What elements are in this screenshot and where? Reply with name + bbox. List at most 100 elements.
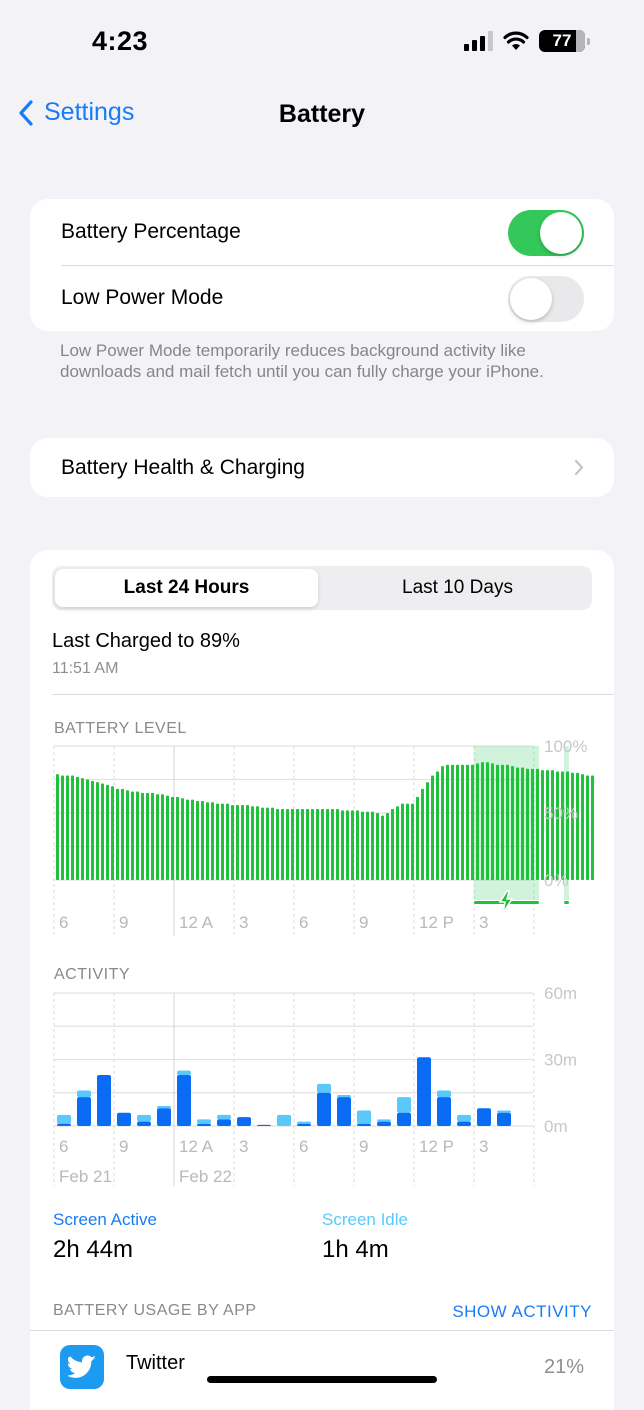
battery-bar — [56, 774, 59, 880]
screen-active-bar — [117, 1112, 131, 1126]
twitter-app-icon — [60, 1345, 104, 1389]
battery-bar — [486, 762, 489, 880]
battery-bar — [86, 779, 89, 880]
battery-bar — [261, 807, 264, 880]
battery-bar — [91, 780, 94, 880]
app-name: Twitter — [126, 1352, 185, 1374]
battery-bar — [266, 807, 269, 880]
low-power-mode-row: Low Power Mode — [30, 265, 614, 331]
screen-active-bar — [357, 1123, 371, 1126]
battery-bar — [566, 771, 569, 880]
screen-idle-bar — [57, 1114, 71, 1124]
battery-bar — [331, 808, 334, 880]
screen-active-bar — [217, 1119, 231, 1126]
screen-active-bar — [457, 1121, 471, 1126]
screen-active-bar — [397, 1112, 411, 1126]
battery-bar — [191, 799, 194, 880]
battery-bar — [246, 804, 249, 880]
last-charged-title: Last Charged to 89% — [52, 630, 240, 652]
battery-bar — [66, 775, 69, 880]
x-tick-label: 6 — [59, 1137, 68, 1156]
battery-bar — [176, 796, 179, 880]
battery-bar — [406, 803, 409, 880]
battery-bar — [326, 808, 329, 880]
battery-bar — [116, 788, 119, 880]
battery-tip — [587, 37, 590, 45]
battery-bar — [481, 762, 484, 880]
battery-icon: 77 — [539, 30, 585, 52]
battery-bar — [186, 799, 189, 880]
battery-health-row[interactable]: Battery Health & Charging — [30, 438, 614, 497]
x-tick-label: 3 — [239, 1137, 248, 1156]
battery-bar — [411, 803, 414, 880]
battery-bar — [296, 808, 299, 880]
battery-bar — [126, 790, 129, 880]
time-range-segmented-control: Last 24 Hours Last 10 Days — [52, 566, 592, 610]
screen-active-bar — [377, 1121, 391, 1126]
screen-idle-bar — [377, 1119, 391, 1122]
x-tick-label: 9 — [119, 1137, 128, 1156]
screen-active-label: Screen Active — [53, 1210, 157, 1229]
home-indicator[interactable] — [207, 1376, 437, 1383]
battery-bar — [236, 804, 239, 880]
battery-bar — [341, 810, 344, 880]
x-tick-label: 6 — [299, 1137, 308, 1156]
battery-bar — [151, 792, 154, 880]
battery-bar — [121, 788, 124, 880]
battery-bar — [321, 808, 324, 880]
screen-idle-bar — [277, 1114, 291, 1126]
battery-bar — [541, 770, 544, 880]
battery-bar — [271, 807, 274, 880]
screen-idle-bar — [497, 1110, 511, 1113]
battery-usage-by-app-heading: BATTERY USAGE BY APP — [53, 1302, 257, 1319]
battery-bar — [286, 808, 289, 880]
screen-active-bar — [57, 1123, 71, 1126]
screen-active-bar — [477, 1108, 491, 1126]
app-usage-row[interactable]: Twitter 21% — [30, 1330, 614, 1400]
y-tick-label: 0m — [544, 1117, 568, 1136]
tab-last-24-hours[interactable]: Last 24 Hours — [55, 569, 318, 607]
screen-active-bar — [437, 1097, 451, 1126]
screen-active-bar — [197, 1123, 211, 1126]
low-power-footnote: Low Power Mode temporarily reduces backg… — [60, 341, 544, 381]
battery-bar — [131, 791, 134, 880]
screen-active-bar — [157, 1108, 171, 1126]
tab-last-10-days[interactable]: Last 10 Days — [326, 569, 589, 607]
battery-percentage-toggle[interactable] — [508, 210, 584, 256]
battery-percentage-label: Battery Percentage — [61, 220, 241, 243]
battery-bar — [356, 810, 359, 880]
battery-bar — [426, 782, 429, 880]
low-power-mode-toggle[interactable] — [508, 276, 584, 322]
battery-bar — [441, 766, 444, 880]
x-tick-label: 6 — [299, 913, 308, 932]
cellular-signal-icon — [464, 31, 493, 51]
battery-bar — [291, 808, 294, 880]
battery-bar — [196, 800, 199, 880]
battery-bar — [576, 772, 579, 880]
x-tick-label: 9 — [359, 1137, 368, 1156]
y-tick-label: 60m — [544, 986, 577, 1003]
battery-bar — [211, 802, 214, 880]
battery-bar — [361, 811, 364, 880]
battery-bar — [501, 764, 504, 880]
battery-bar — [506, 764, 509, 880]
battery-bar — [491, 763, 494, 880]
battery-bar — [421, 788, 424, 880]
battery-bar — [166, 795, 169, 880]
battery-bar — [141, 792, 144, 880]
wifi-icon — [503, 31, 529, 50]
battery-bar — [201, 800, 204, 880]
screen-idle-bar — [317, 1083, 331, 1093]
battery-level-heading: BATTERY LEVEL — [54, 720, 187, 737]
screen-active-bar — [497, 1112, 511, 1126]
battery-bar — [431, 775, 434, 880]
screen-active-bar — [177, 1075, 191, 1126]
screen-idle-bar — [337, 1094, 351, 1098]
charging-indicator — [564, 901, 569, 904]
battery-bar — [551, 770, 554, 880]
battery-bar — [556, 771, 559, 880]
screen-active-value: 2h 44m — [53, 1236, 134, 1263]
screen-active-bar — [317, 1092, 331, 1126]
page-title: Battery — [278, 100, 366, 128]
show-activity-button[interactable]: SHOW ACTIVITY — [452, 1302, 592, 1322]
